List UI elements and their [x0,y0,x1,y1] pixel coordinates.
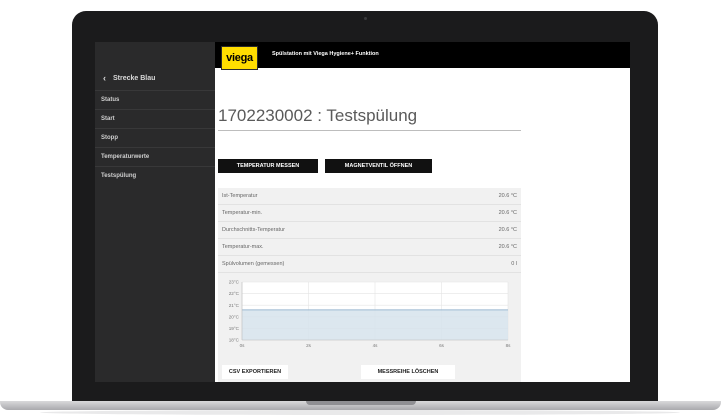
sidebar-item-testspuelung[interactable]: Testspülung [95,166,215,184]
chevron-left-icon: ‹ [103,73,106,83]
reading-row: Spülvolumen (gemessen) 0 l [218,256,521,273]
laptop-notch [306,401,416,405]
logo-text: viega [226,52,253,64]
sidebar-item-status[interactable]: Status [95,90,215,108]
reading-label: Spülvolumen (gemessen) [222,261,285,267]
reading-value: 20.6 °C [498,227,517,233]
open-valve-button[interactable]: MAGNETVENTIL ÖFFNEN [325,159,432,173]
sidebar-item-start[interactable]: Start [95,109,215,127]
chart-ytick-label: 19°C [229,326,240,331]
reading-label: Durchschnitts-Temperatur [222,227,285,233]
measurement-panel: Ist-Temperatur 20.6 °C Temperatur-min. 2… [218,188,521,382]
page-title: 1702230002 : Testspülung [218,106,418,125]
reading-label: Ist-Temperatur [222,193,258,199]
reading-value: 20.6 °C [498,210,517,216]
chart-ytick-label: 18°C [229,338,240,343]
sidebar: ‹ Strecke Blau Status Start Stopp Temper… [95,42,215,382]
chart-xtick-label: 0s [240,343,246,348]
chart-area-fill [242,309,508,340]
app-title: Spülstation mit Viega Hygiene+ Funktion [272,51,379,57]
reading-value: 20.6 °C [498,244,517,250]
reading-row: Ist-Temperatur 20.6 °C [218,188,521,205]
sidebar-back-button[interactable]: ‹ Strecke Blau [95,68,215,88]
title-divider [218,130,521,131]
chart-xtick-label: 2s [306,343,312,348]
chart-xtick-label: 6s [439,343,445,348]
reading-label: Temperatur-max. [222,244,264,250]
sidebar-item-temperaturwerte[interactable]: Temperaturwerte [95,147,215,165]
csv-export-button[interactable]: CSV EXPORTIEREN [222,365,288,379]
reading-value: 20.6 °C [498,193,517,199]
reading-value: 0 l [511,261,517,267]
app-screen: ‹ Strecke Blau Status Start Stopp Temper… [95,42,630,382]
clear-series-button[interactable]: MESSREIHE LÖSCHEN [361,365,455,379]
laptop-shadow [40,410,680,415]
reading-row: Temperatur-max. 20.6 °C [218,239,521,256]
chart-ytick-label: 20°C [229,314,240,319]
reading-label: Temperatur-min. [222,210,263,216]
reading-row: Durchschnitts-Temperatur 20.6 °C [218,222,521,239]
reading-row: Temperatur-min. 20.6 °C [218,205,521,222]
chart-ytick-label: 22°C [229,291,240,296]
temperature-chart: 18°C 19°C 20°C 21°C 22°C 23°C 0s 2s 4s 6s 8s [229,280,512,348]
chart-ytick-label: 23°C [229,280,240,285]
camera-icon [364,17,367,20]
chart-ytick-label: 21°C [229,303,240,308]
chart-xtick-label: 8s [506,343,512,348]
sidebar-item-stopp[interactable]: Stopp [95,128,215,146]
measure-temperature-button[interactable]: TEMPERATUR MESSEN [218,159,318,173]
viega-logo: viega [221,46,258,70]
chart-xtick-label: 4s [373,343,379,348]
sidebar-back-label: Strecke Blau [113,74,156,82]
